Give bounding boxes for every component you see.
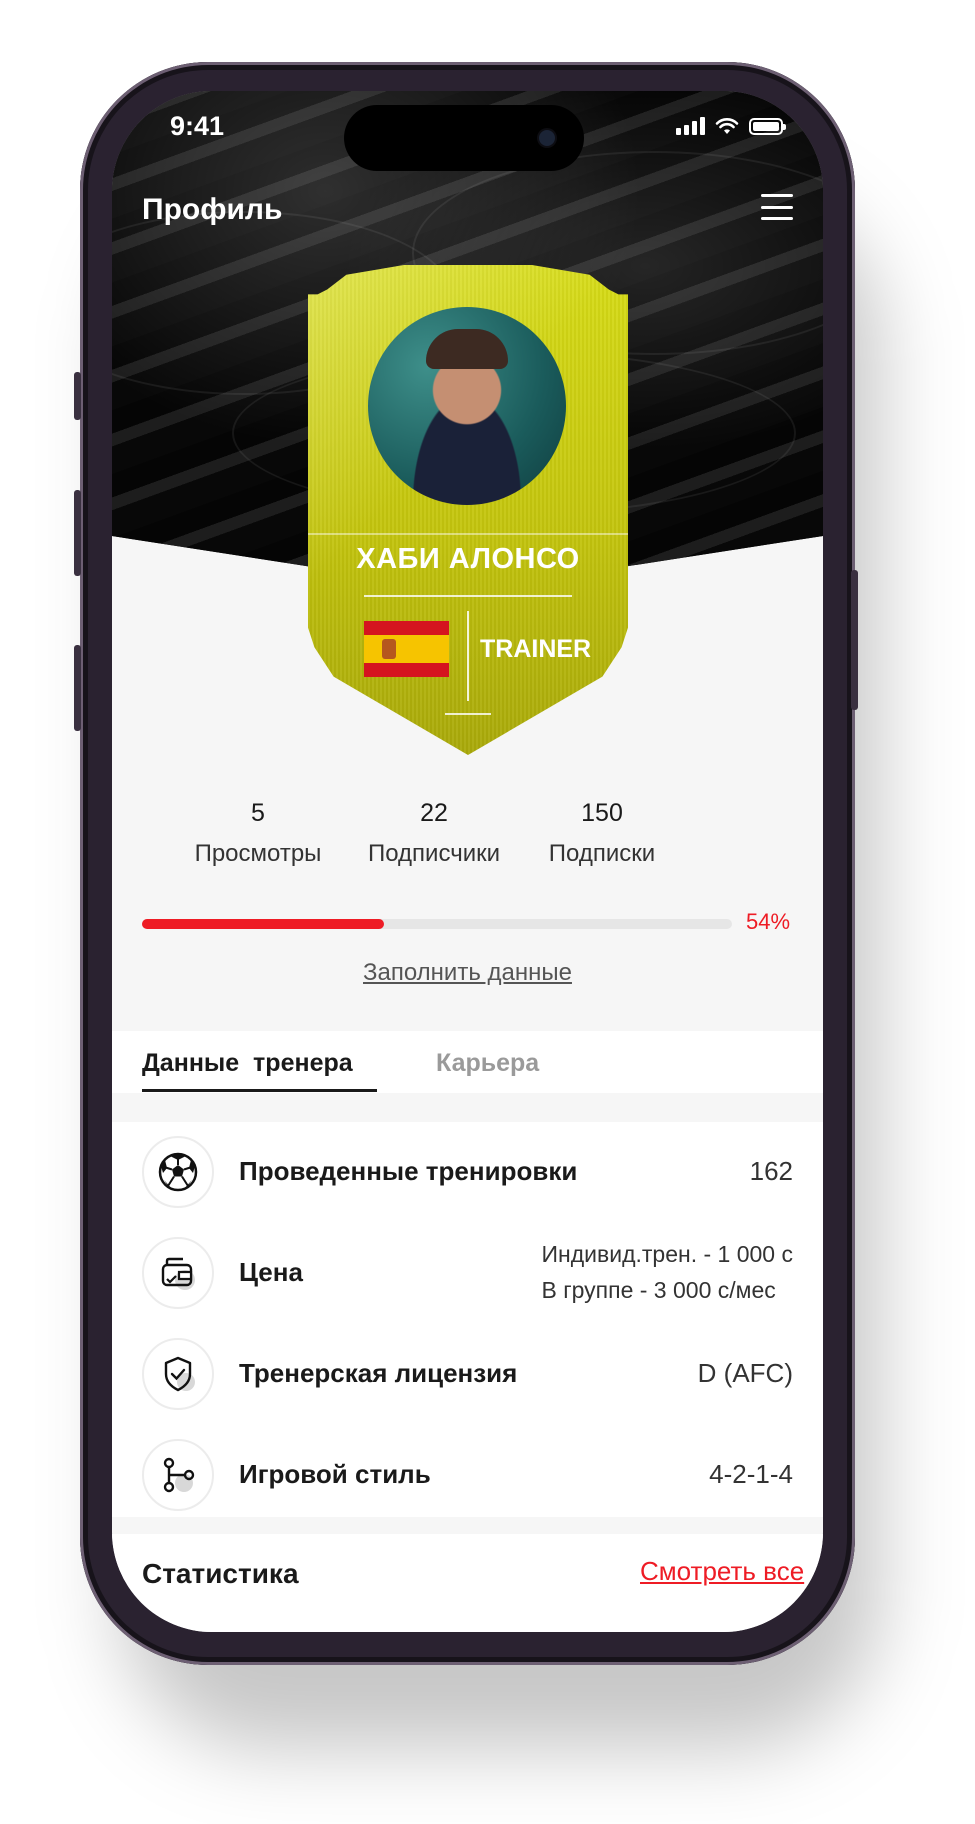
- cellular-signal-icon: [676, 117, 705, 135]
- detail-row-price[interactable]: Цена Индивид.трен. - 1 000 с В группе - …: [112, 1223, 823, 1313]
- stat-value: 5: [251, 799, 265, 827]
- power-button: [851, 570, 858, 710]
- detail-label: Тренерская лицензия: [239, 1358, 518, 1388]
- card-vertical-divider: [467, 611, 469, 701]
- stat-label: Просмотры: [194, 840, 322, 867]
- price-individual: Индивид.трен. - 1 000 с: [541, 1241, 793, 1267]
- stat-following[interactable]: 150 Подписки: [502, 799, 702, 868]
- detail-value: Индивид.трен. - 1 000 с В группе - 3 000…: [542, 1236, 793, 1308]
- detail-value: 162: [749, 1156, 793, 1186]
- tab-career[interactable]: Карьера: [436, 1049, 539, 1078]
- player-card: ХАБИ АЛОНСО TRAINER: [308, 265, 628, 755]
- page-title: Профиль: [142, 193, 283, 226]
- profile-tabs: Данные тренера Карьера: [112, 1031, 823, 1093]
- status-time: 9:41: [170, 111, 225, 141]
- detail-value: D (AFC): [697, 1358, 793, 1388]
- tab-coach-data[interactable]: Данные тренера: [142, 1049, 353, 1078]
- git-branch-icon: [142, 1439, 214, 1511]
- statistics-section-header: Статистика Смотреть все: [112, 1534, 823, 1632]
- active-tab-indicator: [142, 1089, 377, 1092]
- player-role: TRAINER: [480, 635, 592, 663]
- see-all-link[interactable]: Смотреть все: [640, 1556, 804, 1587]
- detail-row-play-style[interactable]: Игровой стиль 4-2-1-4: [112, 1425, 823, 1515]
- shield-check-icon: [142, 1338, 214, 1410]
- battery-icon: [749, 118, 786, 135]
- fill-data-link[interactable]: Заполнить данные: [112, 959, 823, 987]
- stat-views[interactable]: 5 Просмотры: [158, 799, 358, 868]
- profile-progress-fill: [142, 919, 385, 929]
- detail-row-trainings[interactable]: Проведенные тренировки 162: [112, 1122, 823, 1212]
- price-group: В группе - 3 000 с/мес: [541, 1277, 776, 1303]
- card-bottom-line: [445, 713, 491, 715]
- action-button: [74, 372, 81, 420]
- detail-label: Игровой стиль: [239, 1459, 431, 1489]
- camera-lens: [539, 130, 555, 146]
- hamburger-menu-icon[interactable]: [761, 194, 793, 220]
- soccer-ball-icon: [142, 1136, 214, 1208]
- stat-label: Подписки: [548, 840, 656, 867]
- statistics-title: Статистика: [142, 1558, 299, 1589]
- volume-down-button: [74, 645, 81, 731]
- wifi-icon: [715, 118, 739, 134]
- avatar: [368, 307, 566, 505]
- name-underline: [364, 595, 572, 597]
- status-icons: [676, 117, 786, 135]
- player-name: ХАБИ АЛОНСО: [356, 543, 580, 575]
- wallet-icon: [142, 1237, 214, 1309]
- coach-details-list: Проведенные тренировки 162 Цена Индивид.…: [112, 1122, 823, 1517]
- profile-progress-percent: 54%: [746, 909, 791, 934]
- detail-label: Цена: [239, 1257, 303, 1287]
- detail-row-license[interactable]: Тренерская лицензия D (AFC): [112, 1324, 823, 1414]
- stat-value: 150: [581, 799, 623, 827]
- profile-progress-bar: [142, 919, 732, 929]
- detail-label: Проведенные тренировки: [239, 1156, 578, 1186]
- spain-flag-icon: [364, 621, 449, 677]
- app-screen: 9:41 Профиль ХАБИ АЛОНСО TRAINER 5 Просм…: [112, 91, 823, 1632]
- card-divider: [308, 533, 628, 535]
- detail-value: 4-2-1-4: [709, 1459, 793, 1489]
- volume-up-button: [74, 490, 81, 576]
